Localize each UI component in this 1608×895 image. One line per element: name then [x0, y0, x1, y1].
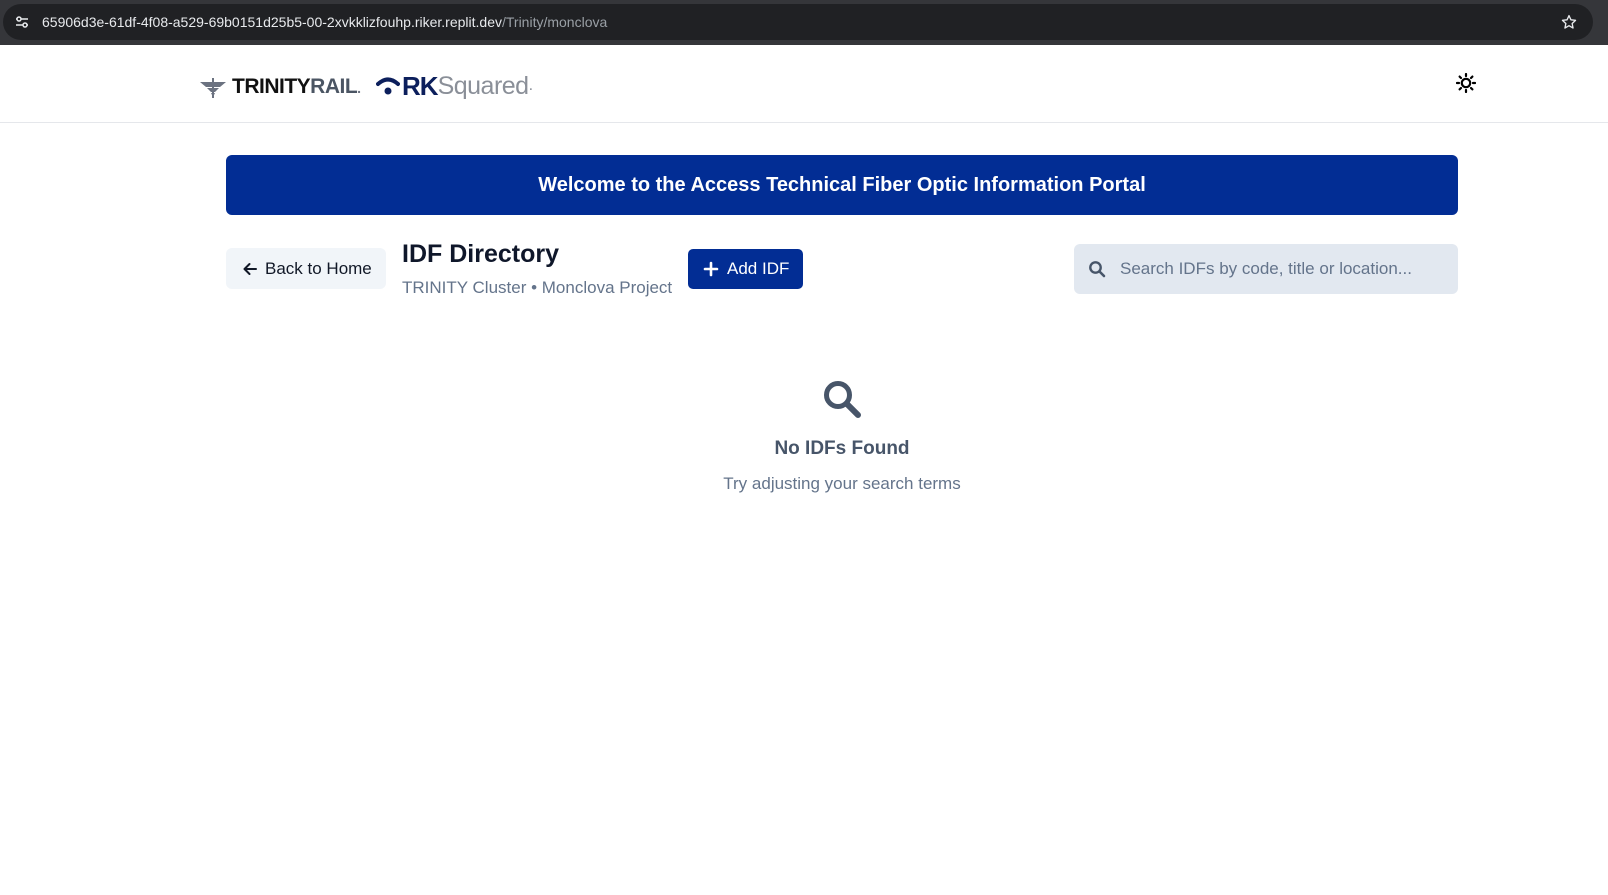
- trinity-dot: .: [357, 80, 361, 96]
- rk-dot: .: [528, 77, 533, 94]
- trinity-text: TRINITY: [232, 75, 311, 98]
- empty-state-message: Try adjusting your search terms: [723, 474, 961, 493]
- url-path: /Trinity/monclova: [501, 14, 608, 30]
- search-icon: [1089, 261, 1106, 278]
- url-text[interactable]: 65906d3e-61df-4f08-a529-69b0151d25b5-00-…: [42, 13, 607, 31]
- browser-toolbar: 65906d3e-61df-4f08-a529-69b0151d25b5-00-…: [0, 0, 1608, 45]
- search-box: [1074, 244, 1458, 294]
- banner-text: Welcome to the Access Technical Fiber Op…: [538, 173, 1146, 196]
- url-host: 65906d3e-61df-4f08-a529-69b0151d25b5-00-…: [42, 14, 502, 30]
- arrow-left-icon: [243, 262, 257, 275]
- rksquared-logo[interactable]: RK Squared .: [376, 69, 533, 103]
- page-title: IDF Directory: [402, 240, 559, 268]
- address-bar[interactable]: 65906d3e-61df-4f08-a529-69b0151d25b5-00-…: [3, 4, 1593, 40]
- squared-text: Squared: [437, 71, 530, 100]
- rk-signal-icon: [376, 77, 400, 95]
- site-settings-icon[interactable]: [14, 14, 30, 30]
- plus-icon: [703, 261, 719, 277]
- back-button-label: Back to Home: [265, 258, 372, 278]
- search-input[interactable]: [1114, 244, 1450, 294]
- trinityrail-logo[interactable]: TRINITYRAIL.: [200, 71, 361, 103]
- trinityrail-wordmark: TRINITYRAIL.: [232, 75, 361, 99]
- trinity-mark-icon: [200, 78, 226, 98]
- theme-toggle-button[interactable]: [1454, 71, 1478, 95]
- add-idf-label: Add IDF: [727, 259, 790, 278]
- add-idf-button[interactable]: Add IDF: [688, 249, 803, 289]
- rk-text: RK: [402, 70, 439, 101]
- app-header: TRINITYRAIL. RK Squared .: [0, 45, 1608, 123]
- page-subtitle: TRINITY Cluster • Monclova Project: [402, 278, 673, 297]
- empty-state-title: No IDFs Found: [774, 438, 910, 459]
- sun-icon: [1456, 73, 1476, 93]
- welcome-banner: Welcome to the Access Technical Fiber Op…: [226, 155, 1458, 215]
- back-to-home-button[interactable]: Back to Home: [226, 248, 386, 289]
- rail-text: RAIL: [310, 75, 358, 98]
- magnifier-icon: [824, 381, 861, 418]
- bookmark-star-icon[interactable]: [1560, 13, 1578, 31]
